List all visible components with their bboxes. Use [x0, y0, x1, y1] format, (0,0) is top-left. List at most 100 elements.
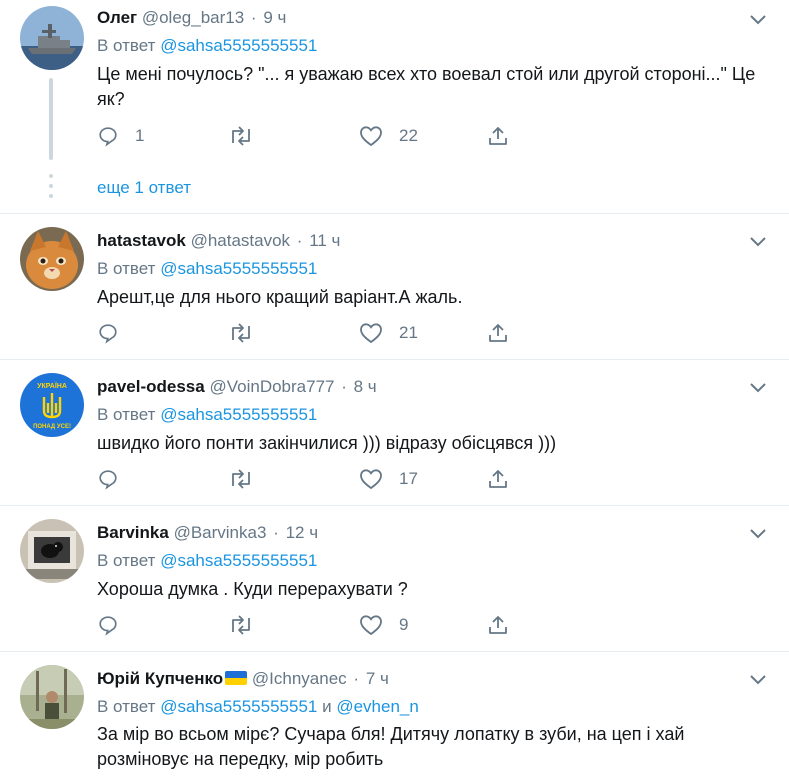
share-button[interactable] [487, 123, 509, 149]
mention-link[interactable]: @sahsa5555555551 [160, 551, 317, 570]
like-button[interactable]: 21 [359, 320, 418, 346]
avatar[interactable] [20, 6, 84, 70]
like-count: 9 [399, 615, 409, 634]
like-count: 17 [399, 469, 418, 488]
author-name[interactable]: Олег [97, 8, 137, 27]
tweet-oleg[interactable]: Олег @oleg_bar13 · 9 ч В ответ @sahsa555… [0, 0, 789, 213]
retweet-button[interactable] [228, 320, 254, 346]
author-handle[interactable]: @hatastavok [191, 231, 290, 250]
share-button[interactable] [487, 612, 509, 638]
share-button[interactable] [487, 320, 509, 346]
avatar-text-bottom: ПОНАД УСЕ! [33, 424, 71, 430]
author-name[interactable]: Юрій Купченко [97, 669, 223, 688]
separator-dot: · [296, 231, 303, 250]
tweet-barvinka[interactable]: Barvinka @Barvinka3 · 12 ч В ответ @sahs… [0, 506, 789, 651]
author-name[interactable]: Barvinka [97, 523, 169, 542]
mention-link[interactable]: @sahsa5555555551 [160, 36, 317, 55]
tweet-text: За мір во всьом мірє? Сучара бля! Дитячу… [97, 724, 685, 769]
mention-link-2[interactable]: @evhen_n [336, 697, 419, 716]
like-button[interactable]: 17 [359, 466, 418, 492]
avatar[interactable] [20, 227, 84, 291]
tweet-hatastavok[interactable]: hatastavok @hatastavok · 11 ч В ответ @s… [0, 214, 789, 359]
reply-context: В ответ @sahsa5555555551 и @evhen_n [97, 696, 419, 718]
heart-icon [360, 469, 382, 490]
reply-prefix: В ответ [97, 405, 156, 424]
tweet-header: pavel-odessa @VoinDobra777 · 8 ч [97, 376, 377, 398]
reply-button[interactable]: 1 [97, 123, 144, 149]
tweet-text: Це мені почулось? "... я уважаю всех хто… [97, 64, 756, 109]
reply-button[interactable] [97, 320, 119, 346]
retweet-icon [232, 323, 250, 343]
author-name[interactable]: hatastavok [97, 231, 186, 250]
retweet-button[interactable] [228, 612, 254, 638]
retweet-icon [232, 469, 250, 489]
reply-context: В ответ @sahsa5555555551 [97, 258, 317, 280]
author-handle[interactable]: @Barvinka3 [174, 523, 267, 542]
tweet-pavel-odessa[interactable]: УКРАЇНА ПОНАД УСЕ! pavel-odessa @VoinDob… [0, 360, 789, 505]
author-handle[interactable]: @oleg_bar13 [142, 8, 244, 27]
reply-icon [99, 127, 117, 147]
tweet-actions: 21 [97, 320, 537, 346]
tweet-text: швидко його понти закінчилися ))) відраз… [97, 433, 557, 453]
heart-icon [360, 615, 382, 636]
tweet-yurii-kupchenko[interactable]: Юрій Купченко @Ichnyanec · 7 ч В ответ @… [0, 652, 789, 783]
avatar[interactable]: УКРАЇНА ПОНАД УСЕ! [20, 373, 84, 437]
reply-prefix: В ответ [97, 697, 156, 716]
thread-dot [49, 174, 53, 178]
reply-count: 1 [135, 126, 145, 145]
tweet-text: Хороша думка . Куди перерахувати ? [97, 579, 408, 599]
share-icon [489, 324, 507, 342]
like-count: 21 [399, 323, 418, 342]
timestamp[interactable]: 9 ч [263, 8, 286, 27]
avatar[interactable] [20, 665, 84, 729]
reply-context: В ответ @sahsa5555555551 [97, 550, 317, 572]
chevron-down-icon[interactable] [749, 528, 767, 540]
like-button[interactable]: 22 [359, 123, 418, 149]
mention-link[interactable]: @sahsa5555555551 [160, 259, 317, 278]
separator-dot: · [273, 523, 279, 542]
tweet-actions: 1 22 [97, 123, 537, 149]
tweet-header: hatastavok @hatastavok · 11 ч [97, 230, 340, 252]
author-name[interactable]: pavel-odessa [97, 377, 205, 396]
reply-context: В ответ @sahsa5555555551 [97, 404, 317, 426]
avatar-text-top: УКРАЇНА [37, 382, 67, 390]
retweet-button[interactable] [228, 466, 254, 492]
reply-prefix: В ответ [97, 36, 156, 55]
mention-link[interactable]: @sahsa5555555551 [160, 697, 317, 716]
share-icon [489, 470, 507, 488]
tweet-actions: 17 [97, 466, 537, 492]
chevron-down-icon[interactable] [749, 382, 767, 394]
retweet-icon [232, 126, 250, 146]
reply-button[interactable] [97, 466, 119, 492]
reply-icon [99, 324, 117, 344]
timestamp[interactable]: 11 ч [309, 231, 340, 250]
chevron-down-icon[interactable] [749, 236, 767, 248]
tweet-header: Barvinka @Barvinka3 · 12 ч [97, 522, 318, 544]
timestamp[interactable]: 8 ч [354, 377, 377, 396]
reply-conjunction: и [322, 697, 332, 716]
timestamp[interactable]: 7 ч [366, 669, 389, 688]
avatar[interactable] [20, 519, 84, 583]
thread-line [49, 78, 53, 160]
reply-prefix: В ответ [97, 551, 156, 570]
thread-dot [49, 184, 53, 188]
reply-icon [99, 470, 117, 490]
like-button[interactable]: 9 [359, 612, 408, 638]
separator-dot: · [353, 669, 360, 688]
reply-icon [99, 616, 117, 636]
chevron-down-icon[interactable] [749, 14, 767, 26]
mention-link[interactable]: @sahsa5555555551 [160, 405, 317, 424]
author-handle[interactable]: @Ichnyanec [252, 669, 347, 688]
reply-button[interactable] [97, 612, 119, 638]
share-icon [489, 127, 507, 145]
tweet-header: Олег @oleg_bar13 · 9 ч [97, 7, 286, 29]
chevron-down-icon[interactable] [749, 674, 767, 686]
retweet-button[interactable] [228, 123, 254, 149]
like-count: 22 [399, 126, 418, 145]
author-handle[interactable]: @VoinDobra777 [209, 377, 334, 396]
share-icon [489, 616, 507, 634]
heart-icon [360, 323, 382, 344]
share-button[interactable] [487, 466, 509, 492]
timestamp[interactable]: 12 ч [286, 523, 319, 542]
show-more-replies-link[interactable]: еще 1 ответ [97, 177, 191, 199]
